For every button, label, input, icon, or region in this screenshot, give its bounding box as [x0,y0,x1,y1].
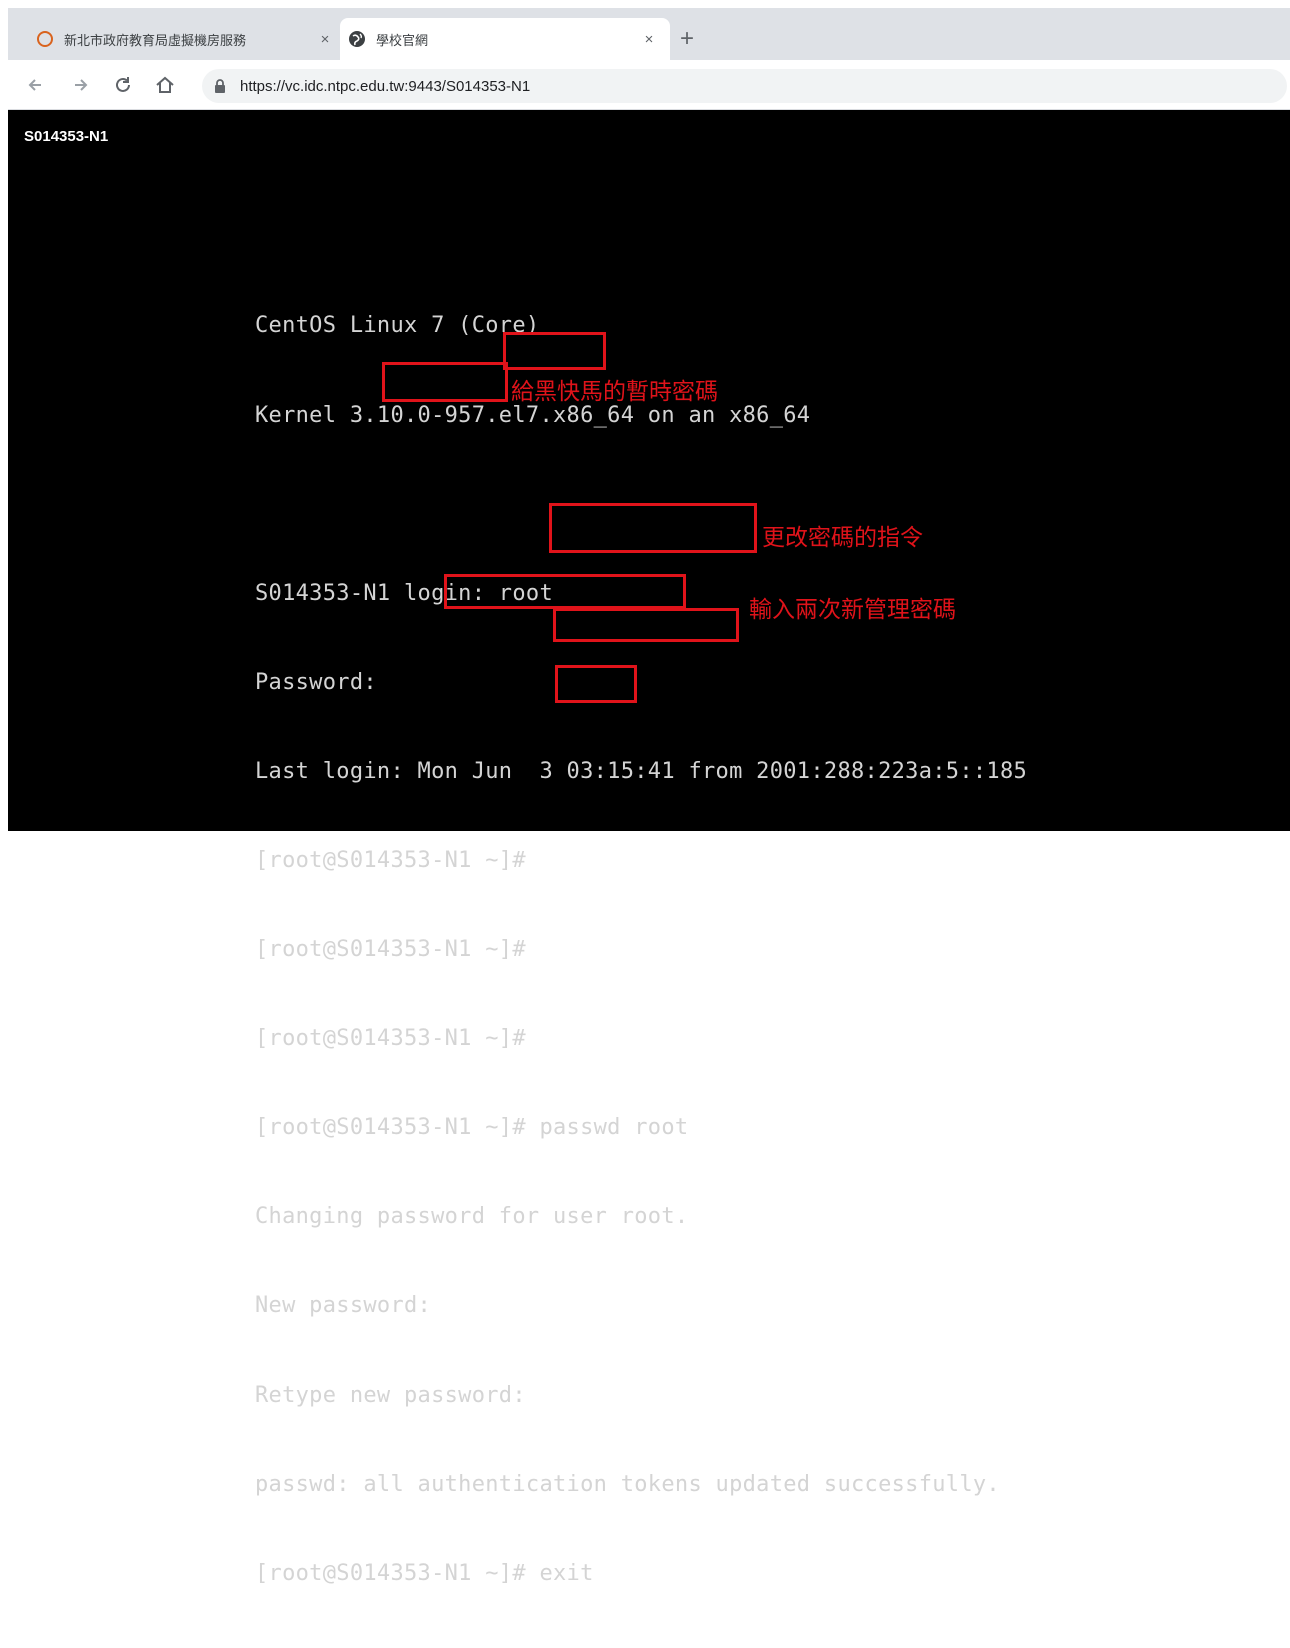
terminal-line: [root@S014353-N1 ~]# passwd root [255,1115,689,1141]
highlight-root [503,332,606,370]
highlight-password [382,362,508,402]
address-bar[interactable]: https://vc.idc.ntpc.edu.tw:9443/S014353-… [202,69,1287,103]
highlight-passwd-cmd [549,503,757,553]
new-tab-button[interactable]: + [672,24,702,54]
reload-icon[interactable] [110,72,136,98]
annotation-change-password-cmd: 更改密碼的指令 [762,525,923,551]
highlight-retype-password [553,608,739,642]
highlight-exit [555,665,637,703]
vm-title: S014353-N1 [24,128,109,145]
tab-title: 學校官網 [376,32,429,48]
terminal-line: CentOS Linux 7 (Core) [255,313,540,339]
tab-active[interactable]: 學校官網 × [340,18,670,60]
back-icon[interactable] [22,72,48,98]
home-icon[interactable] [152,72,178,98]
terminal-line: [root@S014353-N1 ~]# [255,847,526,873]
globe-icon [348,30,366,48]
highlight-new-password [444,574,686,609]
tab-title: 新北市政府教育局虛擬機房服務 [64,32,247,48]
url-text: https://vc.idc.ntpc.edu.tw:9443/S014353-… [240,77,531,95]
terminal-output: CentOS Linux 7 (Core) Kernel 3.10.0-957.… [255,252,1027,1648]
terminal-line: [root@S014353-N1 ~]# [255,1026,526,1052]
close-icon[interactable]: × [314,28,336,50]
terminal-line: Password: [255,669,377,695]
vm-console[interactable]: S014353-N1 CentOS Linux 7 (Core) Kernel … [8,110,1290,1586]
terminal-line: Retype new password: [255,1382,526,1408]
tab-strip: 新北市政府教育局虛擬機房服務 × 學校官網 × + [8,8,1290,60]
terminal-line: [root@S014353-N1 ~]# [255,937,526,963]
terminal-line: New password: [255,1293,432,1319]
annotation-temp-password: 給黑快馬的暫時密碼 [511,379,718,405]
browser-toolbar: https://vc.idc.ntpc.edu.tw:9443/S014353-… [8,60,1290,110]
terminal-line: passwd: all authentication tokens update… [255,1471,1000,1497]
lock-icon[interactable] [214,78,228,94]
terminal-line: [root@S014353-N1 ~]# exit [255,1560,594,1586]
tab-inactive[interactable]: 新北市政府教育局虛擬機房服務 × [28,18,346,60]
close-icon[interactable]: × [638,28,660,50]
terminal-line: Last login: Mon Jun 3 03:15:41 from 2001… [255,758,1028,784]
forward-icon[interactable] [68,72,94,98]
annotation-enter-twice: 輸入兩次新管理密碼 [749,597,956,623]
terminal-line: Changing password for user root. [255,1204,689,1230]
loading-circle-icon [36,30,54,48]
